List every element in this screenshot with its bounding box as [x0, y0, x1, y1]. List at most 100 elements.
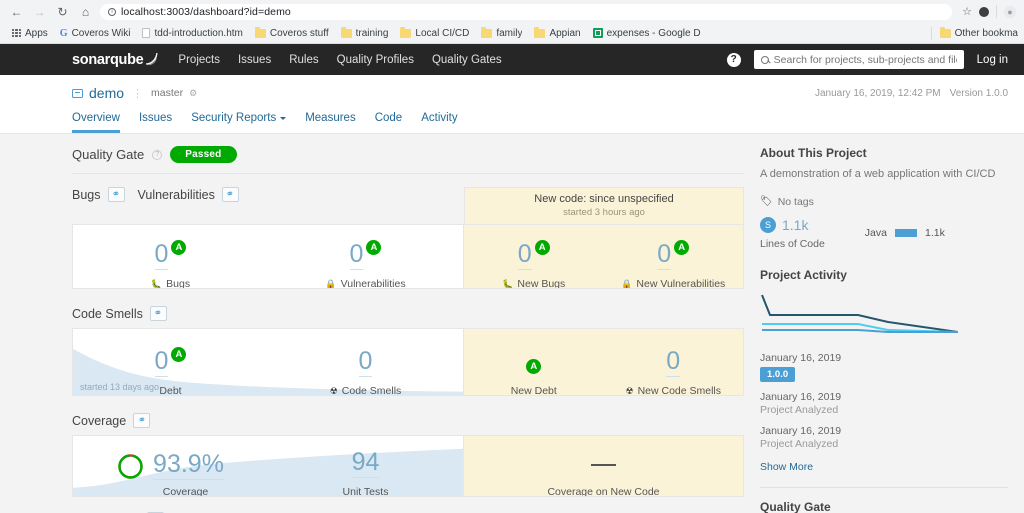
home-icon[interactable]: ⌂: [77, 3, 94, 20]
tab-activity[interactable]: Activity: [421, 112, 457, 133]
profile-avatar-icon[interactable]: ●: [1004, 5, 1016, 18]
bookmark-coveros-wiki[interactable]: G Coveros Wiki: [54, 24, 137, 42]
measure-new-bugs[interactable]: 0 A 🐛 New Bugs: [464, 236, 604, 288]
folder-icon: [400, 26, 412, 38]
search-box[interactable]: [753, 50, 964, 69]
rating-badge[interactable]: A: [171, 240, 187, 255]
nav-projects[interactable]: Projects: [178, 54, 220, 66]
smell-icon: ☢: [625, 385, 634, 396]
measure-new-vulnerabilities[interactable]: 0 A 🔒 New Vulnerabilities: [604, 236, 744, 288]
panel-bugs-vulnerabilities: 0 A 🐛 Bugs 0 A 🔒 Vulnerabilities 0 A 🐛 N…: [72, 224, 744, 289]
tab-measures[interactable]: Measures: [305, 112, 356, 133]
project-title-row: demo ⋮ master ⚙ January 16, 2019, 12:42 …: [72, 85, 1008, 101]
bookmark-local-cicd[interactable]: Local CI/CD: [394, 24, 475, 42]
activity-event: Project Analyzed: [760, 403, 839, 416]
sonarqube-logo[interactable]: sonarqube: [72, 52, 159, 68]
measure-label-row: 🔒 New Vulnerabilities: [621, 278, 725, 288]
rating-badge[interactable]: A: [526, 359, 542, 374]
bookmark-training[interactable]: training: [335, 24, 395, 42]
rating-badge[interactable]: A: [534, 240, 550, 255]
measure-vulnerabilities[interactable]: 0 A 🔒 Vulnerabilities: [268, 236, 463, 288]
measure-new-code-smells[interactable]: 0 ☢ New Code Smells: [604, 341, 744, 396]
bookmark-appian[interactable]: Appian: [528, 24, 586, 42]
measure-value[interactable]: 0: [657, 242, 672, 270]
measure-value[interactable]: 0: [517, 242, 532, 270]
site-info-icon[interactable]: i: [108, 7, 116, 16]
pin-coverage-icon[interactable]: ⚭: [133, 413, 151, 428]
tab-issues[interactable]: Issues: [139, 112, 172, 133]
branch-label[interactable]: master: [151, 87, 183, 99]
project-tags[interactable]: 🏷 No tags: [760, 196, 1008, 208]
search-input[interactable]: [773, 53, 957, 66]
measure-new-debt[interactable]: A New Debt: [464, 341, 604, 395]
measures-overall-coverage: 93.9% Coverage 94 Unit Tests: [73, 436, 463, 497]
nav-issues[interactable]: Issues: [238, 54, 271, 66]
rating-badge[interactable]: A: [171, 347, 187, 362]
measures-new-bugs: 0 A 🐛 New Bugs 0 A 🔒 New Vulnerabilities: [464, 225, 744, 288]
bookmark-label: Coveros stuff: [269, 27, 329, 39]
measure-value[interactable]: 0: [154, 242, 169, 270]
measure-bugs[interactable]: 0 A 🐛 Bugs: [73, 236, 268, 288]
rating-badge[interactable]: A: [674, 240, 690, 255]
measure-label: Debt: [159, 385, 182, 396]
folder-icon: [481, 26, 493, 38]
measure-label-row: Coverage on New Code: [547, 486, 659, 496]
measure-code-smells[interactable]: 0 ☢ Code Smells: [268, 341, 463, 396]
gear-icon[interactable]: ⚙: [189, 88, 197, 99]
activity-sparkline: [761, 294, 959, 333]
measure-value[interactable]: 94: [351, 450, 380, 478]
activity-item: January 16, 2019 Project Analyzed: [760, 391, 1008, 416]
measure-unit-tests[interactable]: 94 Unit Tests: [268, 445, 463, 497]
tab-overview[interactable]: Overview: [72, 112, 120, 133]
version-badge[interactable]: 1.0.0: [760, 366, 796, 382]
measure-value[interactable]: 0: [358, 349, 373, 377]
overview-sidebar: About This Project A demonstration of a …: [744, 134, 1024, 513]
rating-badge[interactable]: A: [366, 240, 382, 255]
reload-icon[interactable]: ↻: [54, 3, 71, 20]
measure-coverage-on-new-code[interactable]: Coverage on New Code: [464, 445, 743, 496]
panel-overall-bugs: 0 A 🐛 Bugs 0 A 🔒 Vulnerabilities: [72, 224, 464, 289]
project-name[interactable]: demo: [72, 85, 124, 101]
other-bookmarks[interactable]: Other bookma: [930, 26, 1018, 40]
nav-quality-profiles[interactable]: Quality Profiles: [337, 54, 414, 66]
lines-of-code-block[interactable]: S 1.1k Lines of Code: [760, 216, 825, 250]
section-title-vulnerabilities: Vulnerabilities: [137, 187, 215, 202]
pin-vulnerabilities-icon[interactable]: ⚭: [221, 187, 239, 202]
bookmark-coveros-stuff[interactable]: Coveros stuff: [249, 24, 335, 42]
show-more-link[interactable]: Show More: [760, 461, 813, 473]
tab-code[interactable]: Code: [375, 112, 403, 133]
help-icon[interactable]: ?: [152, 149, 163, 160]
bookmarks-divider: [930, 26, 932, 40]
measure-value-row: 0 A: [657, 240, 690, 270]
extension-icon[interactable]: [979, 6, 989, 17]
bookmark-label: Apps: [25, 27, 48, 39]
measure-value-row: 0 A: [349, 240, 382, 270]
measure-value[interactable]: 0: [666, 349, 681, 377]
bookmark-star-icon[interactable]: ☆: [962, 5, 972, 18]
bookmark-tdd-introduction[interactable]: tdd-introduction.htm: [136, 24, 248, 42]
pin-code-smells-icon[interactable]: ⚭: [149, 306, 167, 321]
forward-arrow-icon[interactable]: →: [31, 3, 48, 20]
nav-quality-gates[interactable]: Quality Gates: [432, 54, 502, 66]
project-box-icon: [72, 88, 83, 98]
login-button[interactable]: Log in: [977, 54, 1008, 66]
bookmark-family[interactable]: family: [475, 24, 528, 42]
help-icon[interactable]: ?: [726, 52, 741, 67]
pin-bugs-icon[interactable]: ⚭: [107, 187, 125, 202]
no-value-dash: [591, 464, 616, 466]
panel-new-bugs: 0 A 🐛 New Bugs 0 A 🔒 New Vulnerabilities: [464, 224, 744, 289]
coverage-value[interactable]: 93.9%: [153, 452, 224, 480]
bookmarks-bar: Apps G Coveros Wiki tdd-introduction.htm…: [0, 23, 1024, 44]
tab-security-reports[interactable]: Security Reports: [191, 112, 287, 133]
address-bar[interactable]: i localhost:3003/dashboard?id=demo: [100, 3, 953, 20]
measure-value[interactable]: 0: [349, 242, 364, 270]
lines-of-code-value[interactable]: 1.1k: [782, 217, 808, 233]
bookmark-apps[interactable]: Apps: [6, 24, 54, 42]
bookmark-label: training: [355, 27, 389, 39]
measure-label-row: New Debt: [511, 385, 557, 395]
back-arrow-icon[interactable]: ←: [8, 3, 25, 20]
bookmark-expenses[interactable]: expenses - Google D: [587, 24, 707, 42]
measure-coverage[interactable]: 93.9% Coverage: [73, 445, 268, 496]
nav-rules[interactable]: Rules: [289, 54, 318, 66]
measure-value[interactable]: 0: [154, 349, 169, 377]
